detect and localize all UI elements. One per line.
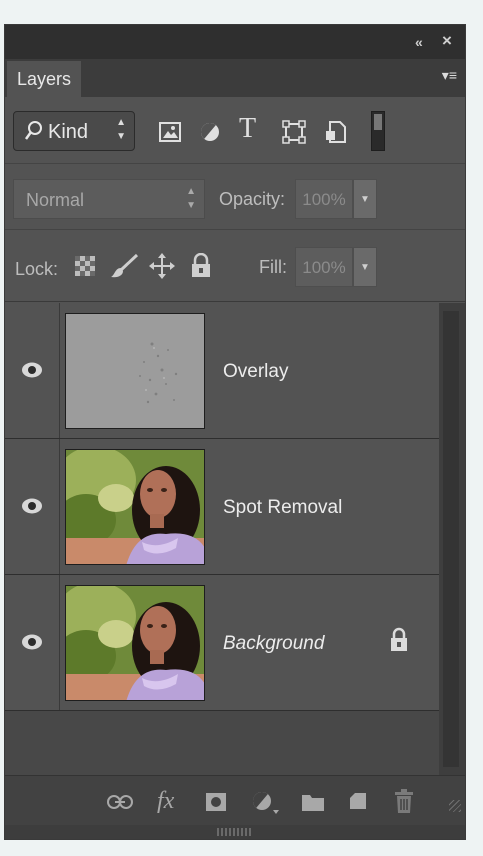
layers-list: Overlay Spot Removal Background (5, 303, 439, 775)
pixel-filter-icon[interactable] (157, 119, 183, 145)
select-arrows-icon: ▲ ▼ (116, 117, 126, 142)
lock-position-icon[interactable] (149, 253, 175, 279)
panel-footer (5, 825, 465, 839)
fill-field[interactable]: 100% (295, 247, 353, 287)
blend-row: Normal ▲ ▼ Opacity: 100% ▼ (5, 165, 465, 230)
eye-icon[interactable] (21, 633, 43, 651)
fill-label: Fill: (259, 257, 287, 277)
lock-transparent-pixels-icon[interactable] (73, 253, 97, 279)
adjustment-filter-icon[interactable] (197, 119, 223, 145)
filter-row: Kind ▲ ▼ T (5, 97, 465, 164)
link-layers-icon[interactable] (107, 794, 133, 810)
lock-all-icon[interactable] (189, 253, 213, 279)
visibility-cell[interactable] (5, 303, 60, 438)
layer-row-background[interactable]: Background (5, 575, 439, 711)
filter-kind-label: Kind (48, 121, 89, 143)
lock-row: Lock: Fill: 100% ▼ (5, 231, 465, 302)
eye-icon[interactable] (21, 361, 43, 379)
lock-label: Lock: (15, 259, 59, 279)
visibility-cell[interactable] (5, 439, 60, 574)
eye-icon[interactable] (21, 497, 43, 515)
filter-toggle-switch[interactable] (371, 111, 385, 151)
panel-menu-icon[interactable]: ▾≡ (442, 67, 457, 84)
new-layer-icon[interactable] (347, 790, 369, 812)
new-group-icon[interactable] (301, 792, 325, 812)
layer-name[interactable]: Spot Removal (223, 497, 342, 519)
layer-thumbnail-background (65, 585, 205, 701)
search-icon (24, 121, 42, 140)
tab-row: Layers ▾≡ (5, 59, 465, 97)
fill-dropdown-icon[interactable]: ▼ (353, 247, 377, 287)
type-filter-icon[interactable]: T (239, 113, 265, 144)
blend-mode-select[interactable]: Normal ▲ ▼ (13, 179, 205, 219)
panel-titlebar: « × (5, 25, 465, 59)
layer-row-spot-removal[interactable]: Spot Removal (5, 439, 439, 575)
opacity-dropdown-icon[interactable]: ▼ (353, 179, 377, 219)
smart-object-filter-icon[interactable] (323, 119, 349, 145)
resize-grip-icon[interactable] (449, 800, 461, 812)
opacity-field[interactable]: 100% (295, 179, 353, 219)
mask-icon[interactable] (205, 792, 227, 812)
fx-icon[interactable]: fx (157, 788, 174, 815)
tab-layers[interactable]: Layers (7, 61, 81, 97)
layer-name[interactable]: Background (223, 633, 324, 655)
layer-lock-icon (391, 627, 407, 651)
select-arrows-icon: ▲ ▼ (186, 186, 196, 211)
blend-mode-value: Normal (26, 190, 85, 210)
lock-image-pixels-icon[interactable] (109, 253, 139, 279)
drag-handle-icon[interactable] (217, 828, 251, 836)
layer-row-overlay[interactable]: Overlay (5, 303, 439, 439)
filter-kind-select[interactable]: Kind ▲ ▼ (13, 111, 135, 151)
layers-panel: « × Layers ▾≡ Kind ▲ ▼ T Normal ▲ ▼ Opac… (4, 24, 466, 840)
close-icon[interactable]: × (442, 31, 452, 51)
adjustment-layer-icon[interactable] (251, 790, 281, 814)
opacity-label: Opacity: (219, 189, 286, 209)
trash-icon[interactable] (393, 788, 415, 814)
visibility-cell[interactable] (5, 575, 60, 710)
layer-thumbnail-overlay (65, 313, 205, 429)
bottom-toolbar: fx (5, 775, 465, 828)
collapse-icon[interactable]: « (415, 34, 423, 50)
layers-scrollbar[interactable] (439, 303, 465, 775)
shape-filter-icon[interactable] (281, 119, 307, 145)
layer-name[interactable]: Overlay (223, 361, 288, 383)
layer-thumbnail-spot-removal (65, 449, 205, 565)
